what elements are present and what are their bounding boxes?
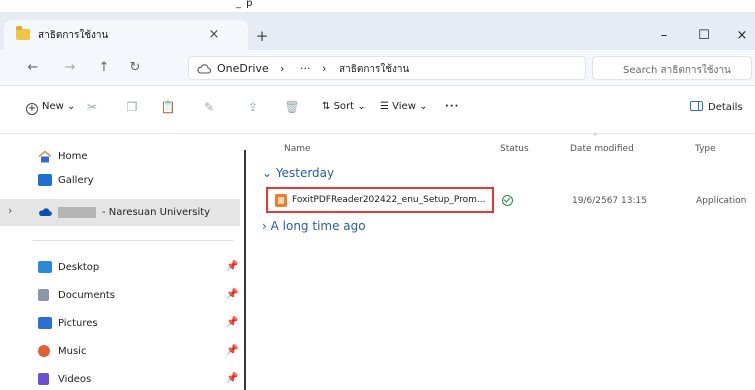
music-icon	[38, 345, 50, 357]
more-options-button[interactable]: ···	[445, 101, 459, 112]
command-bar: + New ⌄ ✂ ❐ 📋 ✎ ⇪ 🗑 ⇅ Sort ⌄ ☰ View ⌄ ···…	[0, 86, 755, 134]
view-label: View	[392, 101, 416, 112]
sidebar-item-label: Gallery	[58, 175, 94, 186]
group-header-long-time-ago[interactable]: › A long time ago	[262, 219, 366, 233]
pictures-icon	[38, 317, 52, 329]
file-date-modified: 19/6/2567 13:15	[572, 196, 647, 206]
forward-button[interactable]: →	[59, 58, 81, 78]
pane-splitter[interactable]	[244, 150, 246, 390]
search-input[interactable]: Search สาธิตการใช้งาน	[592, 56, 752, 80]
tab-close-button[interactable]: ×	[204, 25, 224, 45]
refresh-button[interactable]: ↻	[124, 58, 146, 78]
navigation-pane: Home Gallery › - Naresuan University Des…	[0, 134, 240, 390]
cloud-icon	[197, 64, 211, 74]
new-label: New	[42, 101, 64, 112]
pin-icon[interactable]: 📌	[226, 317, 238, 328]
file-type: Application	[696, 196, 747, 206]
caption-fragment: _ p	[236, 0, 254, 9]
videos-icon	[38, 373, 49, 385]
tab-title: สาธิตการใช้งาน	[38, 30, 109, 41]
pin-icon[interactable]: 📌	[226, 261, 238, 272]
gallery-icon	[38, 174, 52, 186]
sidebar-item-desktop[interactable]: Desktop 📌	[0, 256, 240, 280]
view-icon: ☰	[380, 101, 393, 112]
up-button[interactable]: ↑	[93, 58, 115, 78]
address-bar[interactable]: OneDrive › ··· › สาธิตการใช้งาน	[188, 56, 586, 80]
column-header-status[interactable]: Status	[500, 144, 529, 154]
file-row[interactable]: FoxitPDFReader202422_enu_Setup_Prom...	[266, 187, 494, 213]
column-header-type[interactable]: Type	[695, 144, 716, 154]
plus-icon: +	[26, 103, 38, 115]
group-label: A long time ago	[270, 219, 366, 233]
details-button[interactable]: Details	[690, 101, 743, 113]
minimize-button[interactable]: –	[646, 24, 682, 48]
group-label: Yesterday	[275, 166, 335, 180]
breadcrumb-overflow[interactable]: ···	[300, 62, 311, 75]
share-icon[interactable]: ⇪	[245, 99, 261, 115]
sidebar-item-label: Documents	[58, 290, 116, 301]
search-placeholder: Search สาธิตการใช้งาน	[623, 65, 731, 76]
sidebar-divider	[33, 240, 233, 241]
foxit-app-icon	[275, 194, 287, 207]
paste-icon[interactable]: 📋	[160, 99, 176, 115]
pin-icon[interactable]: 📌	[226, 289, 238, 300]
sidebar-item-label: Pictures	[58, 318, 98, 329]
breadcrumb-separator[interactable]: ›	[322, 62, 326, 75]
group-header-yesterday[interactable]: ⌄ Yesterday	[262, 166, 334, 180]
redacted-account-name	[58, 207, 96, 218]
breadcrumb-onedrive[interactable]: OneDrive	[217, 62, 269, 75]
view-button[interactable]: ☰ View ⌄	[380, 101, 427, 112]
onedrive-cloud-icon	[39, 208, 52, 216]
sidebar-item-label: Home	[58, 151, 88, 162]
column-header-date-modified[interactable]: Date modified	[570, 144, 634, 154]
maximize-button[interactable]: ☐	[686, 24, 722, 48]
sync-status-check-icon	[502, 195, 513, 206]
breadcrumb-separator[interactable]: ›	[280, 62, 284, 75]
home-icon	[38, 150, 52, 163]
sort-button[interactable]: ⇅ Sort ⌄	[322, 101, 366, 112]
breadcrumb-current-folder[interactable]: สาธิตการใช้งาน	[339, 62, 409, 77]
close-window-button[interactable]: ×	[724, 24, 755, 48]
sidebar-item-pictures[interactable]: Pictures 📌	[0, 312, 240, 336]
new-tab-button[interactable]: +	[252, 26, 272, 46]
delete-icon[interactable]: 🗑	[284, 99, 300, 115]
column-header-name[interactable]: Name	[284, 144, 311, 154]
folder-icon	[16, 26, 30, 40]
documents-icon	[38, 289, 49, 301]
pin-icon[interactable]: 📌	[226, 373, 238, 384]
sidebar-item-label: Videos	[58, 374, 92, 385]
chevron-down-icon: ⌄	[262, 166, 276, 180]
title-bar: สาธิตการใช้งาน × + – ☐ ×	[0, 12, 755, 50]
sidebar-item-label: Desktop	[58, 262, 100, 273]
details-pane-icon	[690, 101, 703, 111]
chevron-right-icon: ›	[262, 219, 271, 233]
top-strip: _ p	[0, 0, 755, 12]
sort-label: Sort	[333, 101, 355, 112]
new-button[interactable]: + New ⌄	[26, 101, 75, 115]
cut-icon[interactable]: ✂	[84, 99, 100, 115]
sidebar-item-gallery[interactable]: Gallery	[0, 169, 240, 193]
tab-active[interactable]: สาธิตการใช้งาน ×	[4, 20, 248, 50]
details-label: Details	[708, 102, 743, 113]
rename-icon[interactable]: ✎	[201, 99, 217, 115]
pin-icon[interactable]: 📌	[226, 345, 238, 356]
copy-icon[interactable]: ❐	[124, 99, 140, 115]
navigation-bar: ← → ↑ ↻ OneDrive › ··· › สาธิตการใช้งาน …	[0, 50, 755, 86]
sidebar-item-label: - Naresuan University	[102, 207, 211, 218]
sort-indicator-icon: ˅	[593, 133, 597, 142]
desktop-icon	[38, 261, 52, 273]
sidebar-item-onedrive[interactable]: › - Naresuan University	[0, 199, 240, 226]
back-button[interactable]: ←	[22, 58, 44, 78]
sidebar-item-videos[interactable]: Videos 📌	[0, 368, 240, 390]
sidebar-item-documents[interactable]: Documents 📌	[0, 284, 240, 308]
chevron-right-icon[interactable]: ›	[8, 204, 12, 217]
sidebar-item-home[interactable]: Home	[0, 145, 240, 169]
sort-icon: ⇅	[322, 101, 334, 112]
file-name: FoxitPDFReader202422_enu_Setup_Prom...	[292, 195, 486, 205]
sidebar-item-label: Music	[58, 346, 87, 357]
sidebar-item-music[interactable]: Music 📌	[0, 340, 240, 364]
